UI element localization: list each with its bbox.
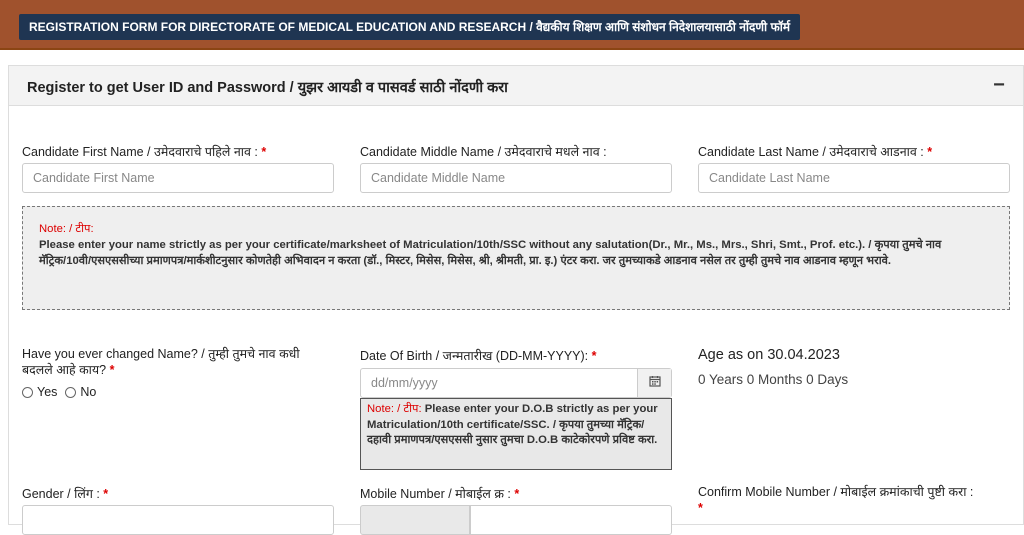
panel-title: Register to get User ID and Password / य… <box>27 80 508 96</box>
first-name-input[interactable] <box>22 163 334 193</box>
dob-field <box>360 368 672 398</box>
radio-yes[interactable] <box>22 386 33 398</box>
mobile-label: Mobile Number / मोबाईल क्र : * <box>360 487 520 501</box>
top-header-bar: REGISTRATION FORM FOR DIRECTORATE OF MED… <box>0 0 1024 50</box>
last-name-label: Candidate Last Name / उमेदवाराचे आडनाव :… <box>698 145 933 159</box>
gender-label: Gender / लिंग : * <box>22 487 109 501</box>
mobile-country-code[interactable] <box>360 505 470 535</box>
middle-name-input[interactable] <box>360 163 672 193</box>
mobile-input[interactable] <box>470 505 672 535</box>
panel-header[interactable]: Register to get User ID and Password / य… <box>9 66 1023 106</box>
dob-input[interactable] <box>361 369 637 397</box>
name-changed-radio-group: Yes No <box>22 385 96 399</box>
radio-yes-label: Yes <box>37 385 58 399</box>
calendar-icon[interactable] <box>637 369 671 397</box>
first-name-label: Candidate First Name / उमेदवाराचे पहिले … <box>22 145 267 159</box>
dob-note-label: Note: / टीप: <box>367 403 422 415</box>
name-changed-label: Have you ever changed Name? / तुम्ही तुम… <box>22 347 300 377</box>
radio-no-label: No <box>80 385 97 399</box>
name-note-box: Note: / टीप: Please enter your name stri… <box>22 206 1010 310</box>
age-title: Age as on 30.04.2023 <box>698 347 840 363</box>
gender-select[interactable] <box>22 505 334 535</box>
name-note-text: Please enter your name strictly as per y… <box>39 239 942 267</box>
age-value: 0 Years 0 Months 0 Days <box>698 372 849 387</box>
dob-label: Date Of Birth / जन्मतारीख (DD-MM-YYYY): … <box>360 349 597 363</box>
collapse-icon[interactable]: − <box>989 75 1009 95</box>
middle-name-label: Candidate Middle Name / उमेदवाराचे मधले … <box>360 145 607 159</box>
last-name-input[interactable] <box>698 163 1010 193</box>
radio-no[interactable] <box>65 386 77 398</box>
confirm-mobile-label: Confirm Mobile Number / मोबाईल क्रमांकाच… <box>698 485 974 515</box>
dob-note-box: Note: / टीप: Please enter your D.O.B str… <box>360 398 672 470</box>
name-note-label: Note: / टीप: <box>39 223 94 235</box>
form-title: REGISTRATION FORM FOR DIRECTORATE OF MED… <box>19 14 801 40</box>
